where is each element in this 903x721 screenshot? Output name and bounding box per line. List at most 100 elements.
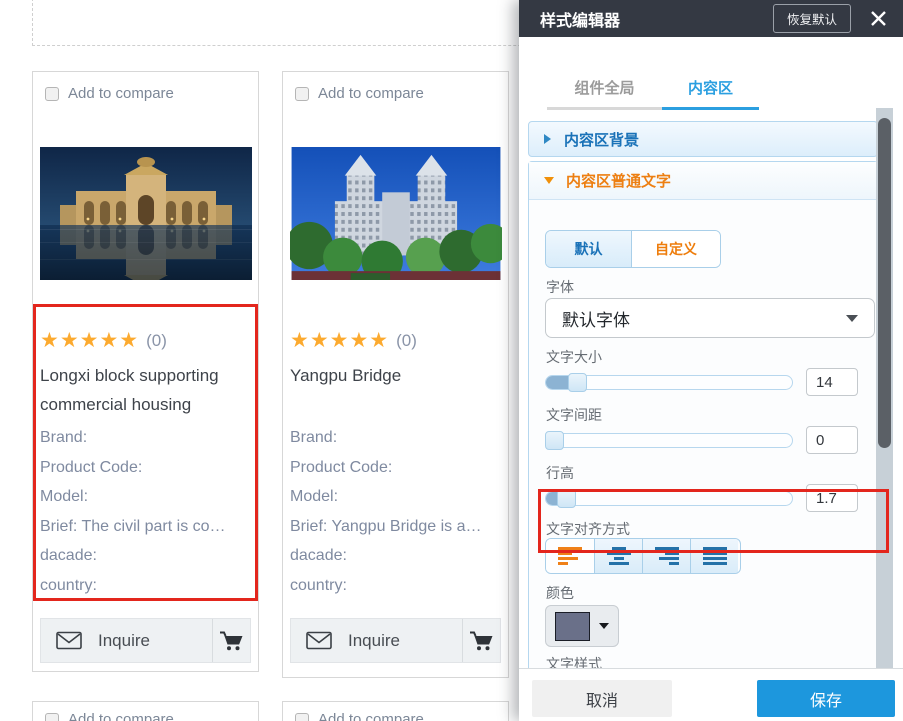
section-content-background[interactable]: 内容区背景 (528, 121, 878, 157)
cancel-button[interactable]: 取消 (532, 680, 672, 717)
chevron-down-icon (846, 315, 858, 322)
envelope-icon (306, 631, 332, 650)
compare-checkbox[interactable] (45, 87, 59, 101)
product-title[interactable]: Yangpu Bridge (290, 361, 501, 419)
product-card-1: Add to compare (32, 71, 259, 672)
inquire-button[interactable]: Inquire (291, 619, 462, 662)
letter-spacing-slider[interactable] (545, 433, 793, 448)
compare-label[interactable]: Add to compare (318, 711, 424, 721)
add-to-cart-button[interactable] (462, 619, 500, 662)
expanded-arrow-icon (544, 177, 554, 184)
panel-body: 组件全局 内容区 内容区背景 内容区普通文字 默认 自定义 字体 默认字体 (519, 37, 903, 668)
inquire-bar: Inquire (290, 618, 501, 663)
field-brand: Brand: (40, 423, 251, 453)
align-justify-button[interactable] (690, 539, 738, 573)
field-product-code: Product Code: (290, 453, 501, 483)
product-image-day-building[interactable] (290, 147, 502, 280)
color-picker-button[interactable] (545, 605, 619, 647)
field-model: Model: (40, 482, 251, 512)
line-height-label: 行高 (546, 463, 877, 480)
font-size-input[interactable]: 14 (806, 368, 858, 396)
envelope-icon (56, 631, 82, 650)
field-brand: Brand: (290, 423, 501, 453)
panel-title: 样式编辑器 (540, 7, 773, 31)
font-size-label: 文字大小 (546, 347, 877, 364)
panel-footer: 取消 保存 (519, 668, 903, 721)
field-brief: Brief: Yangpu Bridge is a… (290, 512, 501, 542)
letter-spacing-row: 0 (545, 426, 858, 454)
field-dacade: dacade: (290, 541, 501, 571)
letter-spacing-input[interactable]: 0 (806, 426, 858, 454)
product-image-night-building[interactable] (40, 147, 252, 280)
rating-count: (0) (146, 331, 167, 351)
compare-row[interactable]: Add to compare (295, 711, 508, 721)
tab-component-global[interactable]: 组件全局 (547, 77, 662, 110)
align-right-button[interactable] (642, 539, 690, 573)
inquire-button[interactable]: Inquire (41, 619, 212, 662)
slider-handle[interactable] (568, 373, 587, 392)
field-dacade: dacade: (40, 541, 251, 571)
section-label: 内容区普通文字 (566, 170, 671, 191)
section-content-normal-text: 内容区普通文字 默认 自定义 字体 默认字体 文字大小 (528, 161, 878, 668)
rating-row: ★★★★★ (0) (290, 329, 508, 353)
star-rating-icons: ★★★★★ (40, 329, 139, 353)
compare-checkbox[interactable] (295, 87, 309, 101)
align-center-button[interactable] (594, 539, 642, 573)
section-header-normal-text[interactable]: 内容区普通文字 (529, 162, 877, 200)
product-card-4-partial: Add to compare (282, 701, 509, 721)
line-height-input[interactable]: 1.7 (806, 484, 858, 512)
rating-row: ★★★★★ (0) (40, 329, 258, 353)
align-left-icon (558, 547, 582, 565)
mode-tab-default[interactable]: 默认 (546, 231, 631, 267)
product-title[interactable]: Longxi block supporting commercial housi… (40, 361, 251, 419)
product-fields: Brand: Product Code: Model: Brief: The c… (40, 423, 251, 600)
line-height-row: 1.7 (545, 484, 858, 512)
add-to-cart-button[interactable] (212, 619, 250, 662)
cart-icon (470, 631, 493, 651)
panel-scrollbar-thumb[interactable] (878, 118, 891, 448)
slider-handle[interactable] (545, 431, 564, 450)
compare-label[interactable]: Add to compare (318, 85, 424, 102)
mode-tabs: 默认 自定义 (545, 230, 721, 268)
line-height-slider[interactable] (545, 491, 793, 506)
field-model: Model: (290, 482, 501, 512)
font-dropdown-value: 默认字体 (562, 306, 846, 331)
section-label: 内容区背景 (564, 129, 639, 150)
rating-count: (0) (396, 331, 417, 351)
text-style-label: 文字样式 (546, 654, 877, 668)
slider-handle[interactable] (557, 489, 576, 508)
product-card-3-partial: Add to compare (32, 701, 259, 721)
color-swatch-value (555, 612, 590, 641)
font-dropdown[interactable]: 默认字体 (545, 298, 875, 338)
compare-label[interactable]: Add to compare (68, 85, 174, 102)
close-icon[interactable] (870, 10, 887, 27)
panel-scrollbar-track[interactable] (876, 108, 893, 668)
chevron-down-icon (599, 623, 609, 629)
collapsed-arrow-icon (544, 134, 551, 144)
compare-label[interactable]: Add to compare (68, 711, 174, 721)
inquire-label: Inquire (98, 631, 150, 651)
cart-icon (220, 631, 243, 651)
compare-row[interactable]: Add to compare (45, 85, 258, 102)
field-brief: Brief: The civil part is co… (40, 512, 251, 542)
align-center-icon (607, 547, 631, 565)
restore-default-button[interactable]: 恢复默认 (773, 4, 851, 33)
compare-checkbox[interactable] (295, 713, 309, 721)
font-size-row: 14 (545, 368, 858, 396)
save-button[interactable]: 保存 (757, 680, 895, 717)
font-size-slider[interactable] (545, 375, 793, 390)
compare-row[interactable]: Add to compare (45, 711, 258, 721)
field-country: country: (290, 571, 501, 601)
compare-row[interactable]: Add to compare (295, 85, 508, 102)
mode-tab-custom[interactable]: 自定义 (631, 231, 720, 267)
text-align-label: 文字对齐方式 (546, 519, 877, 536)
align-left-button[interactable] (546, 539, 594, 573)
tab-content-area[interactable]: 内容区 (662, 77, 759, 110)
align-justify-icon (703, 547, 727, 565)
inquire-bar: Inquire (40, 618, 251, 663)
color-label: 颜色 (546, 583, 877, 600)
product-fields: Brand: Product Code: Model: Brief: Yangp… (290, 423, 501, 600)
font-label: 字体 (546, 277, 877, 294)
style-editor-panel: 样式编辑器 恢复默认 组件全局 内容区 内容区背景 内容区普通文字 (519, 0, 903, 721)
compare-checkbox[interactable] (45, 713, 59, 721)
